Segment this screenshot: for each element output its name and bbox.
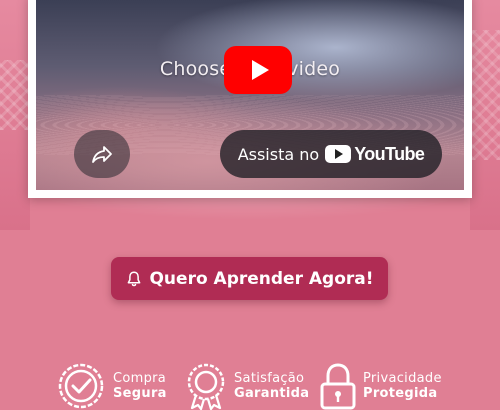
- cta-button[interactable]: Quero Aprender Agora!: [111, 257, 388, 300]
- play-button[interactable]: [224, 46, 292, 94]
- bell-icon: [128, 271, 141, 286]
- badge-line2: Garantida: [234, 386, 310, 401]
- left-decorative-pattern: [0, 60, 28, 130]
- badge-satisfaction-guaranteed: Satisfação Garantida: [183, 362, 309, 410]
- badge-privacy-protected: Privacidade Protegida: [318, 362, 442, 410]
- badge-line2: Protegida: [363, 386, 438, 401]
- right-decorative-pattern: [472, 30, 500, 160]
- play-icon: [251, 60, 269, 80]
- youtube-wordmark: YouTube: [354, 143, 425, 164]
- watch-label: Assista no: [237, 144, 320, 164]
- badge-line1: Compra: [113, 371, 167, 386]
- badge-secure-purchase: Compra Segura: [54, 362, 167, 410]
- youtube-mark-icon: [325, 145, 352, 163]
- video-player[interactable]: Choose your video Assista no YouTube: [36, 0, 464, 190]
- video-frame: Choose your video Assista no YouTube: [28, 0, 472, 198]
- cta-label: Quero Aprender Agora!: [149, 268, 374, 289]
- youtube-logo: YouTube: [325, 143, 425, 165]
- padlock-icon: [320, 363, 356, 410]
- award-ribbon-icon: [187, 363, 225, 410]
- share-button[interactable]: [74, 130, 130, 178]
- watch-on-youtube-button[interactable]: Assista no YouTube: [220, 130, 442, 178]
- share-icon: [92, 146, 112, 163]
- badge-line2: Segura: [113, 386, 167, 401]
- badge-line1: Privacidade: [363, 371, 442, 386]
- check-seal-icon: [58, 363, 104, 409]
- badge-line1: Satisfação: [234, 371, 305, 386]
